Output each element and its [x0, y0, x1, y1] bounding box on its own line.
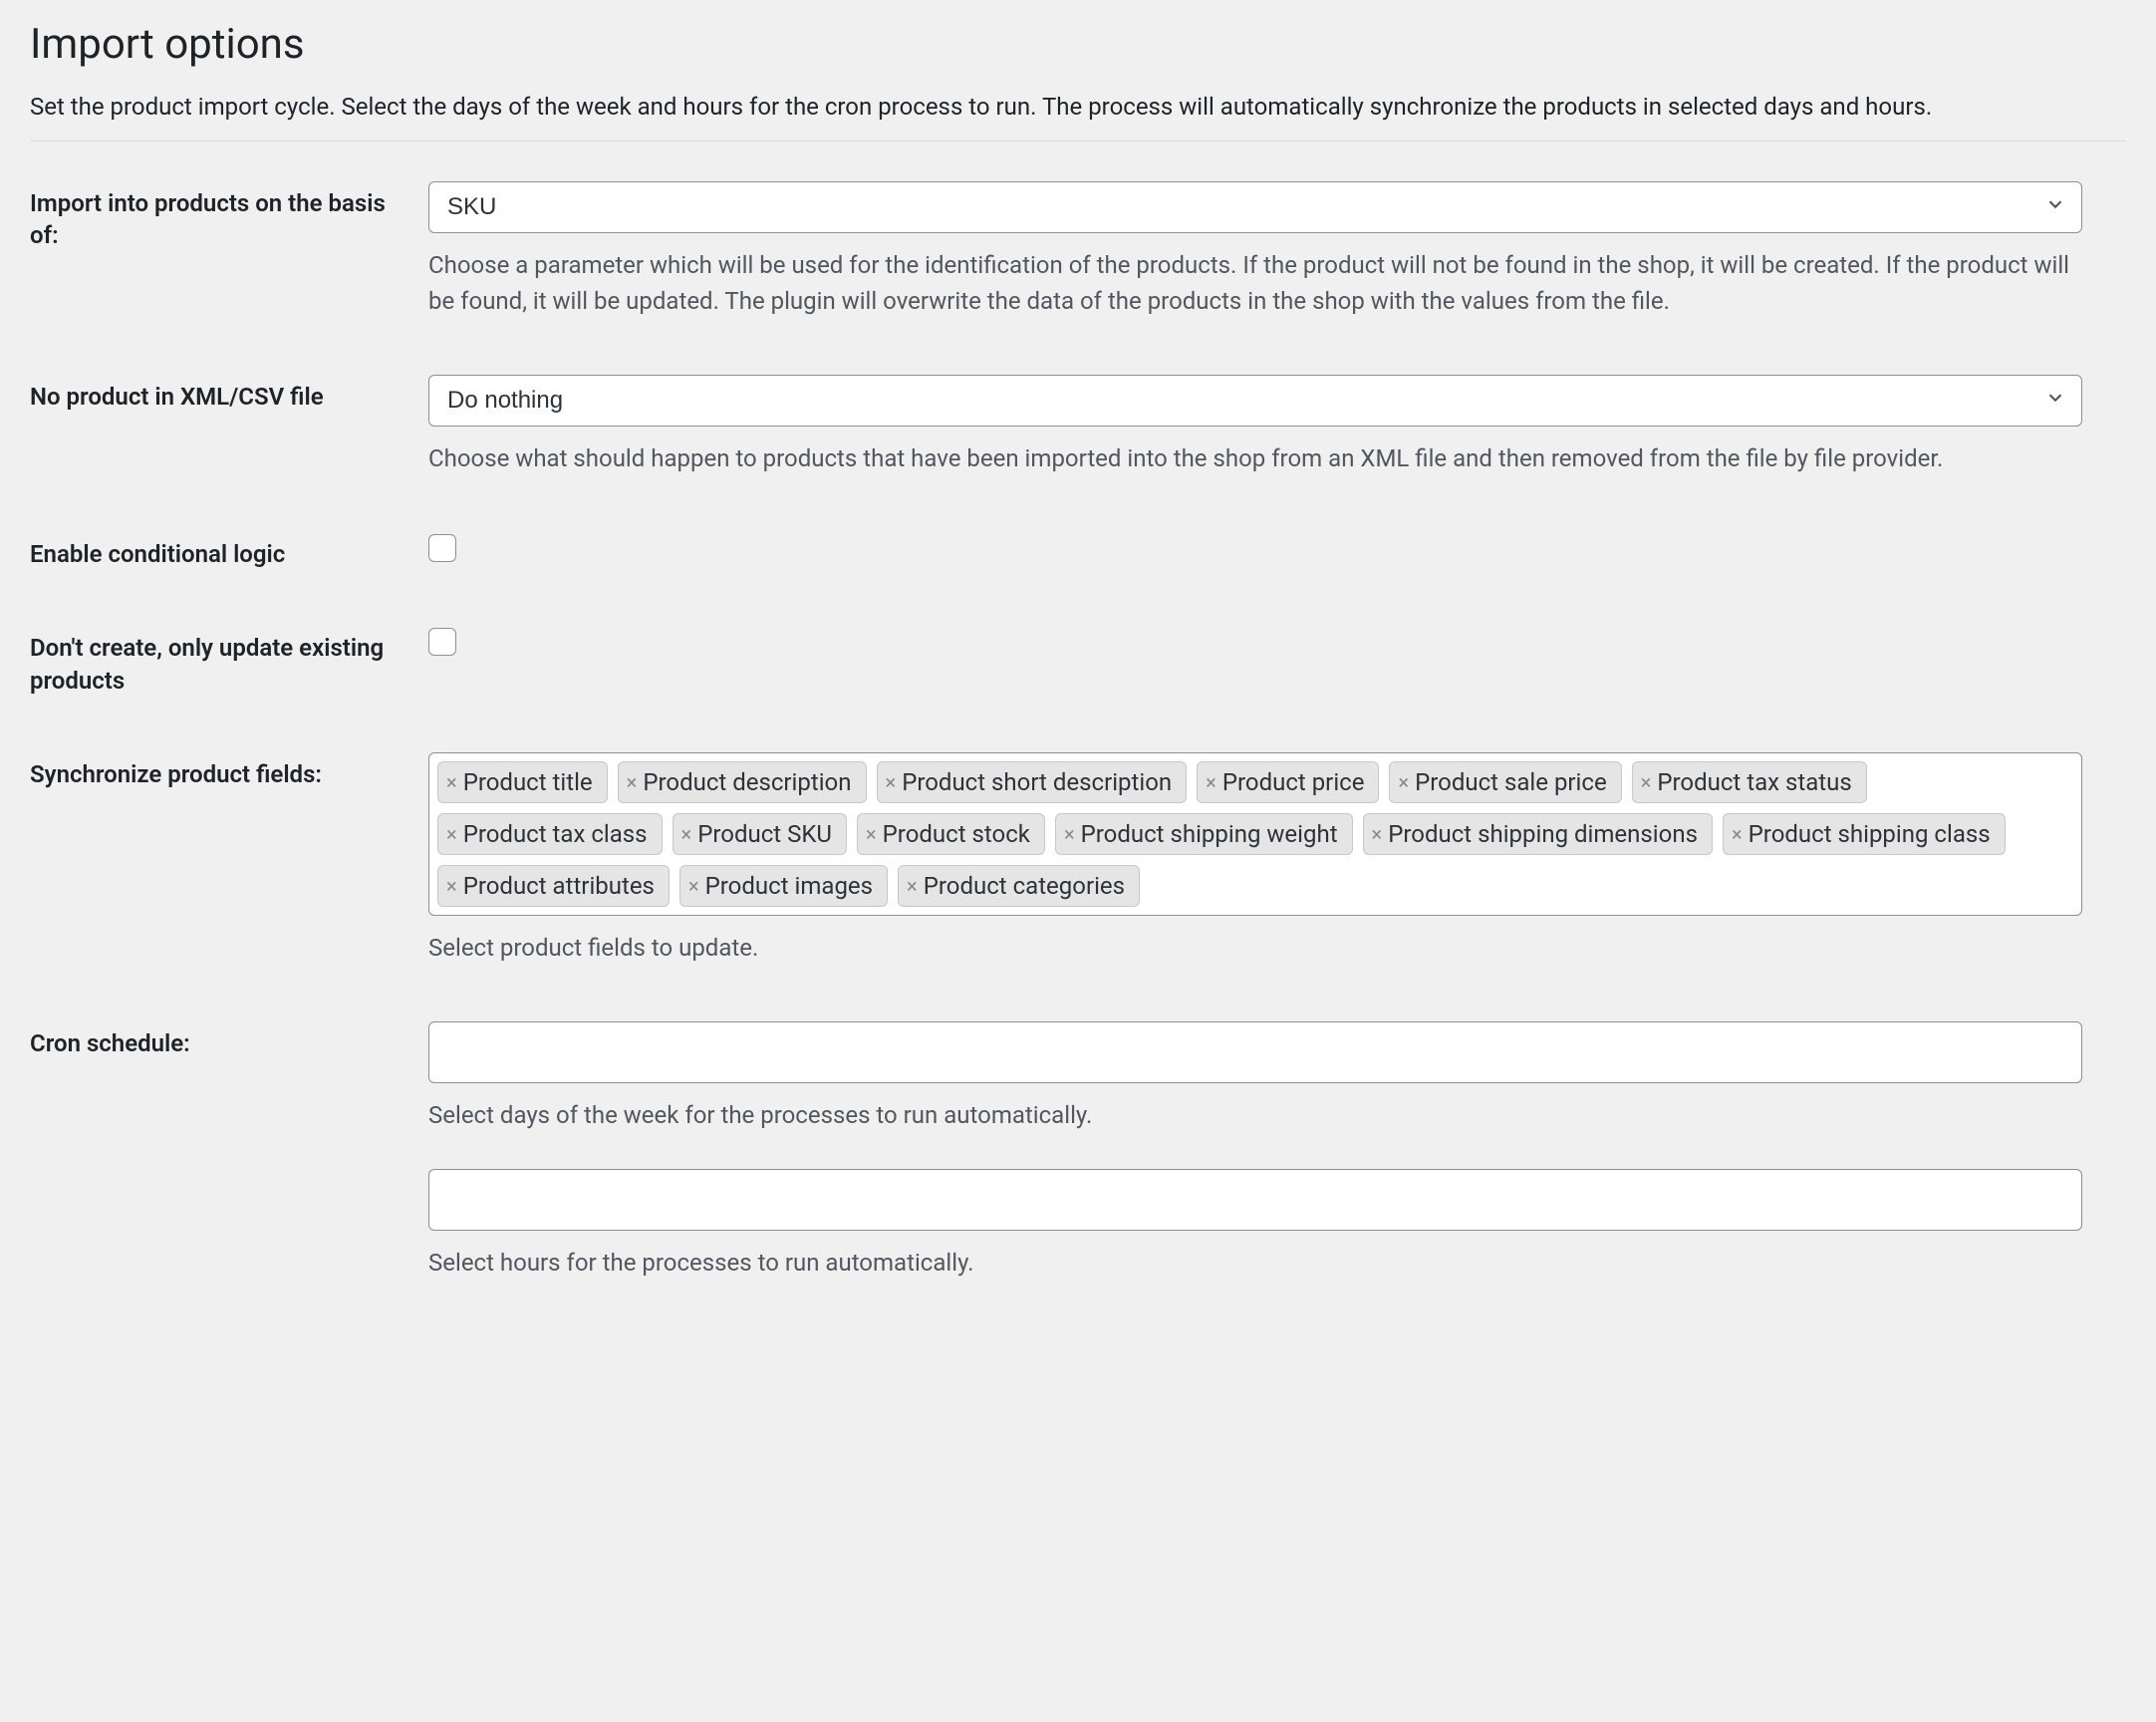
help-cron-hours: Select hours for the processes to run au…	[428, 1245, 2082, 1281]
multiselect-sync-fields[interactable]: ×Product title×Product description×Produ…	[428, 752, 2082, 916]
remove-tag-icon[interactable]: ×	[886, 772, 897, 792]
tag-item: × Product stock	[857, 813, 1045, 855]
tag-item: ×Product tax status	[1632, 761, 1867, 803]
page-title: Import options	[30, 20, 2126, 69]
remove-tag-icon[interactable]: ×	[446, 772, 457, 792]
remove-tag-icon[interactable]: ×	[907, 876, 918, 896]
select-import-basis[interactable]: SKU	[428, 181, 2082, 233]
tag-label: Product tax class	[463, 820, 648, 848]
tag-label: Product price	[1222, 768, 1365, 796]
multiselect-cron-hours[interactable]	[428, 1169, 2082, 1231]
remove-tag-icon[interactable]: ×	[1372, 824, 1383, 844]
tag-item: × Product tax class	[437, 813, 663, 855]
row-cron-schedule: Cron schedule: Select days of the week f…	[30, 1021, 2126, 1133]
row-no-product: No product in XML/CSV file Do nothing Ch…	[30, 375, 2126, 476]
remove-tag-icon[interactable]: ×	[1206, 772, 1216, 792]
tag-item: × Product attributes	[437, 865, 670, 907]
remove-tag-icon[interactable]: ×	[1064, 824, 1075, 844]
remove-tag-icon[interactable]: ×	[1732, 824, 1743, 844]
remove-tag-icon[interactable]: ×	[688, 876, 699, 896]
section-description: Set the product import cycle. Select the…	[30, 93, 2126, 121]
checkbox-only-update[interactable]	[428, 628, 456, 656]
row-only-update: Don't create, only update existing produ…	[30, 626, 2126, 697]
label-cron-schedule: Cron schedule:	[30, 1021, 428, 1059]
remove-tag-icon[interactable]: ×	[627, 772, 638, 792]
tag-label: Product shipping dimensions	[1388, 820, 1698, 848]
tag-item: ×Product SKU	[673, 813, 847, 855]
tag-label: Product shipping class	[1749, 820, 1991, 848]
help-no-product: Choose what should happen to products th…	[428, 440, 2082, 476]
row-conditional-logic: Enable conditional logic	[30, 532, 2126, 570]
tag-label: Product tax status	[1657, 768, 1851, 796]
tag-item: × Product shipping class	[1723, 813, 2006, 855]
label-only-update: Don't create, only update existing produ…	[30, 626, 428, 697]
label-sync-fields: Synchronize product fields:	[30, 752, 428, 790]
tag-label: Product attributes	[463, 872, 655, 900]
label-import-basis: Import into products on the basis of:	[30, 181, 428, 252]
row-sync-fields: Synchronize product fields: × Product tit…	[30, 752, 2126, 966]
tag-label: Product categories	[924, 872, 1125, 900]
tag-label: Product shipping weight	[1081, 820, 1338, 848]
tag-item: ×Product short description	[877, 761, 1188, 803]
tag-label: Product sale price	[1415, 768, 1607, 796]
checkbox-conditional-logic[interactable]	[428, 534, 456, 562]
tag-item: × Product title	[437, 761, 608, 803]
row-import-basis: Import into products on the basis of: SK…	[30, 181, 2126, 319]
tag-label: Product short description	[902, 768, 1172, 796]
help-cron-days: Select days of the week for the processe…	[428, 1097, 2082, 1133]
remove-tag-icon[interactable]: ×	[1641, 772, 1652, 792]
section-divider	[30, 141, 2126, 142]
tag-item: ×Product description	[618, 761, 867, 803]
remove-tag-icon[interactable]: ×	[1398, 772, 1409, 792]
tag-label: Product images	[705, 872, 873, 900]
remove-tag-icon[interactable]: ×	[446, 876, 457, 896]
remove-tag-icon[interactable]: ×	[446, 824, 457, 844]
tag-item: ×Product shipping dimensions	[1363, 813, 1713, 855]
tag-item: × Product sale price	[1389, 761, 1621, 803]
tag-label: Product description	[643, 768, 851, 796]
remove-tag-icon[interactable]: ×	[681, 824, 692, 844]
select-no-product[interactable]: Do nothing	[428, 375, 2082, 427]
row-cron-hours: Select hours for the processes to run au…	[30, 1169, 2126, 1281]
tag-label: Product SKU	[697, 820, 832, 848]
multiselect-cron-days[interactable]	[428, 1021, 2082, 1083]
label-conditional-logic: Enable conditional logic	[30, 532, 428, 570]
help-sync-fields: Select product fields to update.	[428, 930, 2082, 966]
tag-item: × Product images	[679, 865, 888, 907]
label-no-product: No product in XML/CSV file	[30, 375, 428, 413]
tag-item: × Product shipping weight	[1055, 813, 1353, 855]
remove-tag-icon[interactable]: ×	[866, 824, 877, 844]
tag-item: × Product price	[1197, 761, 1379, 803]
tag-label: Product stock	[883, 820, 1030, 848]
tag-item: × Product categories	[898, 865, 1140, 907]
label-cron-hours-empty	[30, 1169, 428, 1175]
tag-label: Product title	[463, 768, 593, 796]
help-import-basis: Choose a parameter which will be used fo…	[428, 247, 2082, 319]
